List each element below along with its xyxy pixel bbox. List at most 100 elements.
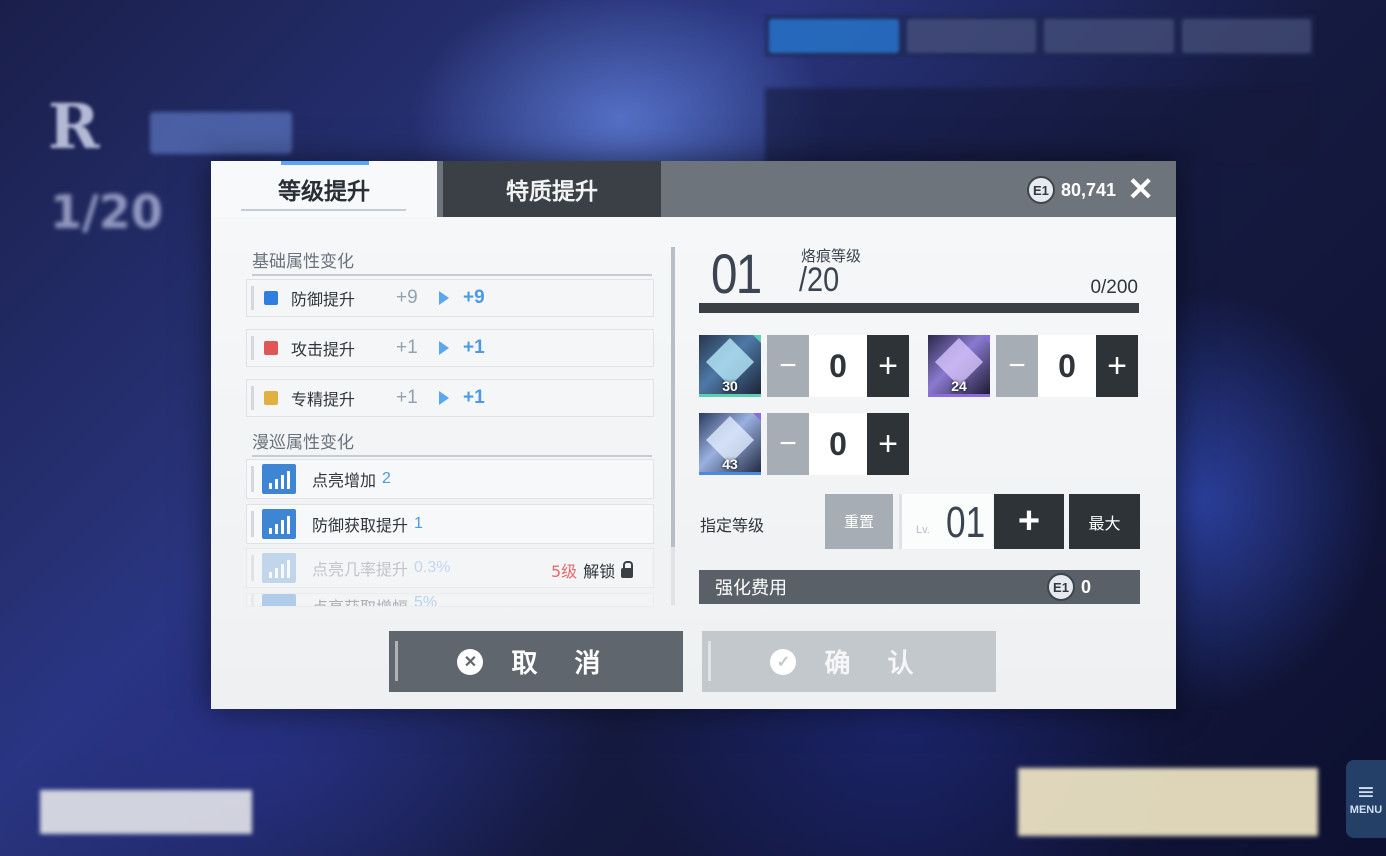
increment-button[interactable]: + bbox=[867, 413, 909, 475]
target-level-field[interactable]: Lv. 01 bbox=[899, 494, 993, 549]
chart-up-icon bbox=[262, 594, 296, 606]
chart-up-icon bbox=[262, 509, 296, 539]
quantity-value: 0 bbox=[1038, 335, 1096, 397]
decrement-button[interactable]: − bbox=[767, 413, 809, 475]
roam-row: 点亮增加 2 bbox=[246, 459, 654, 499]
cancel-label: 取 消 bbox=[511, 649, 615, 679]
stat-from: +1 bbox=[396, 337, 418, 358]
arrow-right-icon bbox=[439, 291, 449, 305]
roam-row: 防御获取提升 1 bbox=[246, 504, 654, 544]
close-icon[interactable]: ✕ bbox=[1127, 173, 1154, 205]
arrow-right-icon bbox=[439, 391, 449, 405]
stat-row-attack: 攻击提升 +1 +1 bbox=[246, 329, 654, 367]
type-badge bbox=[150, 112, 292, 154]
cancel-button[interactable]: ✕ 取 消 bbox=[389, 631, 683, 692]
chart-up-icon bbox=[262, 553, 296, 583]
confirm-button[interactable]: ✓ 确 认 bbox=[702, 631, 996, 692]
quantity-value: 0 bbox=[809, 335, 867, 397]
quantity-stepper: − 0 + bbox=[767, 413, 909, 475]
exp-text: 0/200 bbox=[1090, 277, 1138, 298]
increment-button[interactable]: + bbox=[1096, 335, 1138, 397]
chart-up-icon bbox=[262, 464, 296, 494]
lock-icon bbox=[621, 560, 634, 578]
stat-from: +1 bbox=[396, 387, 418, 408]
mastery-color-icon bbox=[264, 391, 278, 405]
lv-prefix: Lv. bbox=[916, 524, 930, 536]
material-count: 43 bbox=[722, 456, 738, 472]
roam-value: 2 bbox=[382, 470, 391, 487]
stat-row-mastery: 专精提升 +1 +1 bbox=[246, 379, 654, 417]
quantity-value: 0 bbox=[809, 413, 867, 475]
scrollbar[interactable] bbox=[671, 247, 675, 605]
cost-value: 0 bbox=[1081, 576, 1092, 597]
arrow-right-icon bbox=[439, 341, 449, 355]
upgrade-dialog: 等级提升 特质提升 E1 80,741 ✕ 基础属性变化 防御提升 +9 +9 … bbox=[211, 161, 1176, 709]
unlock-level: 5级 bbox=[551, 562, 578, 581]
background-level: 1/20 bbox=[50, 185, 163, 239]
exp-progress-bar bbox=[699, 303, 1139, 313]
background-button-right bbox=[1018, 768, 1318, 836]
max-level: /20 bbox=[799, 261, 840, 299]
menu-label: MENU bbox=[1349, 804, 1383, 816]
max-button[interactable]: 最大 bbox=[1069, 494, 1140, 549]
roam-label: 点亮几率提升 bbox=[312, 560, 409, 579]
stat-to: +1 bbox=[463, 387, 485, 408]
stat-to: +9 bbox=[463, 287, 485, 308]
stat-to: +1 bbox=[463, 337, 485, 358]
cost-label: 强化费用 bbox=[715, 578, 787, 599]
confirm-label: 确 认 bbox=[824, 649, 928, 679]
close-circle-icon: ✕ bbox=[457, 648, 484, 675]
cost-value-group: E1 0 bbox=[1047, 573, 1091, 601]
currency-amount: 80,741 bbox=[1060, 179, 1116, 200]
roam-label: 防御获取提升 bbox=[312, 516, 409, 535]
roam-label: 点亮增加 bbox=[312, 471, 377, 490]
stat-label: 专精提升 bbox=[291, 390, 356, 409]
attack-color-icon bbox=[264, 341, 278, 355]
tab-level-up[interactable]: 等级提升 bbox=[211, 161, 437, 217]
scrollbar-thumb[interactable] bbox=[671, 247, 675, 547]
material-count: 24 bbox=[951, 378, 967, 394]
decrement-button[interactable]: − bbox=[767, 335, 809, 397]
stat-label: 攻击提升 bbox=[291, 340, 356, 359]
background-title bbox=[40, 650, 151, 696]
quantity-stepper: − 0 + bbox=[767, 335, 909, 397]
roam-label: 点亮获取增幅 bbox=[312, 594, 408, 606]
material-slot-3: 43 − 0 + bbox=[699, 413, 909, 475]
upgrade-cost-bar: 强化费用 E1 0 bbox=[699, 570, 1140, 604]
material-slot-2: 24 − 0 + bbox=[928, 335, 1138, 397]
current-level: 01 bbox=[711, 242, 762, 305]
quantity-stepper: − 0 + bbox=[996, 335, 1138, 397]
material-icon[interactable]: 43 bbox=[699, 413, 761, 475]
material-icon[interactable]: 24 bbox=[928, 335, 990, 397]
stat-row-defense: 防御提升 +9 +9 bbox=[246, 279, 654, 317]
rank-letter: R bbox=[48, 90, 100, 163]
roam-value: 1 bbox=[414, 515, 423, 532]
check-circle-icon: ✓ bbox=[770, 648, 797, 675]
roam-attributes-title: 漫巡属性变化 bbox=[252, 428, 652, 457]
target-level-value: 01 bbox=[946, 498, 986, 547]
material-count: 30 bbox=[722, 378, 738, 394]
increment-button[interactable]: + bbox=[867, 335, 909, 397]
material-icon[interactable]: 30 bbox=[699, 335, 761, 397]
roam-value: 0.3% bbox=[414, 559, 451, 576]
base-attributes-title: 基础属性变化 bbox=[252, 247, 652, 276]
unlock-text: 解锁 bbox=[583, 562, 616, 581]
roam-row-partial: 点亮获取增幅 5% bbox=[246, 593, 654, 607]
target-level-label: 指定等级 bbox=[700, 516, 765, 535]
level-increment-button[interactable]: + bbox=[994, 494, 1064, 549]
tab-trait-up[interactable]: 特质提升 bbox=[443, 161, 661, 217]
defense-color-icon bbox=[264, 291, 278, 305]
decrement-button[interactable]: − bbox=[996, 335, 1038, 397]
stat-label: 防御提升 bbox=[291, 290, 356, 309]
background-panel bbox=[765, 88, 1315, 163]
currency-display: E1 80,741 bbox=[1026, 176, 1116, 204]
coin-icon: E1 bbox=[1026, 176, 1055, 204]
dialog-header: 等级提升 特质提升 E1 80,741 ✕ bbox=[211, 161, 1176, 217]
material-slot-1: 30 − 0 + bbox=[699, 335, 909, 397]
coin-icon: E1 bbox=[1047, 573, 1075, 601]
menu-button[interactable]: ≡ MENU bbox=[1346, 760, 1386, 838]
reset-button[interactable]: 重置 bbox=[825, 494, 893, 549]
stat-from: +9 bbox=[396, 287, 418, 308]
background-button-left bbox=[40, 790, 252, 834]
menu-icon: ≡ bbox=[1356, 780, 1376, 805]
